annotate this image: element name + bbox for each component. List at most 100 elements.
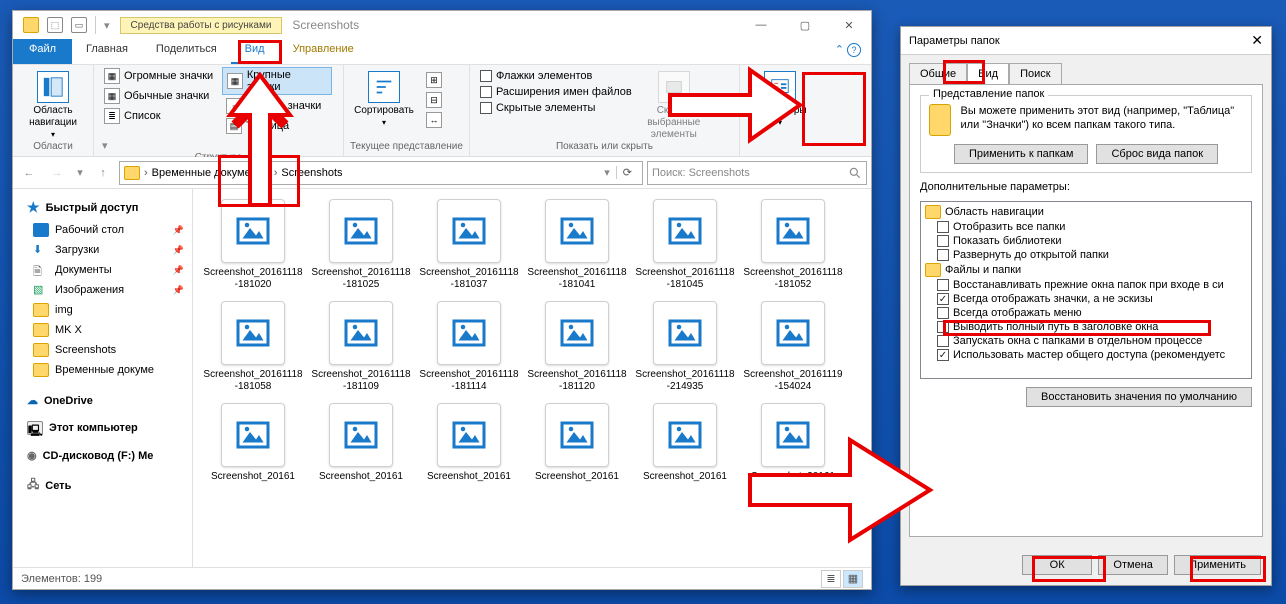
sidebar-item-img[interactable]: img [13,300,192,320]
tab-share[interactable]: Поделиться [142,39,231,64]
forward-button[interactable]: → [45,161,69,185]
file-tab[interactable]: Файл [13,39,72,64]
ribbon-group-layout: ▦Огромные значки ▦Обычные значки ≣Список… [94,65,344,156]
add-columns-button[interactable]: ⊟ [422,91,446,109]
refresh-button[interactable]: ⟳ [616,166,638,179]
file-name: Screenshot_20161118-181020 [203,267,303,291]
file-item[interactable]: Screenshot_20161118-181052 [743,199,843,291]
history-combo[interactable]: ▾ [604,166,610,179]
layout-medium[interactable]: ▦Обычные значки [100,87,218,105]
file-item[interactable]: Screenshot_20161119-154024 [743,301,843,393]
window-title: Screenshots [292,18,359,32]
history-dropdown[interactable]: ▾ [73,161,87,185]
tab-home[interactable]: Главная [72,39,142,64]
tree-always-menus[interactable]: Всегда отображать меню [923,306,1249,320]
sidebar-item-pictures[interactable]: ▧Изображения [13,280,192,300]
advanced-settings-tree[interactable]: Область навигации Отобразить все папки П… [920,201,1252,379]
file-item[interactable]: Screenshot_20161 [311,403,411,483]
status-bar: Элементов: 199 ≣ ▦ [13,567,871,589]
quick-access-header[interactable]: ★Быстрый доступ [13,195,192,220]
tree-full-path[interactable]: Выводить полный путь в заголовке окна [923,320,1249,334]
file-item[interactable]: Screenshot_20161118-181037 [419,199,519,291]
item-checkboxes[interactable]: Флажки элементов [476,69,636,83]
tree-show-all-folders[interactable]: Отобразить все папки [923,220,1249,234]
file-item[interactable]: Screenshot_20161118-214935 [635,301,735,393]
file-item[interactable]: Screenshot_20161 [743,403,843,483]
sidebar-item-thispc[interactable]: 🖳Этот компьютер [13,417,192,439]
crumb-temp-docs[interactable]: Временные документы [152,167,270,179]
file-item[interactable]: Screenshot_20161118-181041 [527,199,627,291]
reset-folders-button[interactable]: Сброс вида папок [1096,144,1218,164]
size-columns-button[interactable]: ↔ [422,111,446,129]
file-list[interactable]: Screenshot_20161118-181020 Screenshot_201… [193,189,871,567]
properties-icon[interactable]: ⬚ [47,17,63,33]
search-box[interactable]: Поиск: Screenshots [647,161,867,185]
apply-button[interactable]: Применить [1174,555,1261,575]
apply-to-folders-button[interactable]: Применить к папкам [954,144,1089,164]
sidebar-item-network[interactable]: 🖧Сеть [13,472,192,499]
file-item[interactable]: Screenshot_20161118-181045 [635,199,735,291]
file-item[interactable]: Screenshot_20161 [527,403,627,483]
sidebar-item-downloads[interactable]: ⬇Загрузки [13,240,192,260]
back-button[interactable]: ← [17,161,41,185]
tab-view[interactable]: Вид [231,39,279,64]
file-item[interactable]: Screenshot_20161118-181109 [311,301,411,393]
ok-button[interactable]: ОК [1022,555,1092,575]
layout-details[interactable]: ▤Таблица [222,117,332,135]
qat-dropdown[interactable]: ▾ [104,19,110,32]
image-thumbnail-icon [437,403,501,467]
close-button[interactable]: ✕ [827,11,871,39]
minimize-button[interactable]: — [739,11,783,39]
file-item[interactable]: Screenshot_20161 [203,403,303,483]
image-thumbnail-icon [221,301,285,365]
file-item[interactable]: Screenshot_20161118-181114 [419,301,519,393]
tree-restore-windows[interactable]: Восстанавливать прежние окна папок при в… [923,278,1249,292]
sidebar-item-screenshots[interactable]: Screenshots [13,340,192,360]
maximize-button[interactable]: ▢ [783,11,827,39]
file-item[interactable]: Screenshot_20161 [635,403,735,483]
dlg-tab-search[interactable]: Поиск [1009,63,1061,85]
tree-show-libraries[interactable]: Показать библиотеки [923,234,1249,248]
tree-nav-pane[interactable]: Область навигации [923,204,1249,220]
hidden-items[interactable]: Скрытые элементы [476,101,636,115]
file-item[interactable]: Screenshot_20161118-181120 [527,301,627,393]
file-item[interactable]: Screenshot_20161118-181020 [203,199,303,291]
image-thumbnail-icon [437,301,501,365]
sidebar-item-desktop[interactable]: Рабочий стол [13,220,192,240]
tree-always-icons[interactable]: Всегда отображать значки, а не эскизы [923,292,1249,306]
up-button[interactable]: ↑ [91,161,115,185]
sort-button[interactable]: Сортировать▾ [350,67,418,129]
tree-files-folders[interactable]: Файлы и папки [923,262,1249,278]
tree-sharing-wizard[interactable]: Использовать мастер общего доступа (реко… [923,348,1249,362]
collapse-ribbon-icon[interactable]: ⌃ ? [825,39,871,64]
dlg-tab-general[interactable]: Общие [909,63,967,85]
navigation-pane-button[interactable]: Область навигации▾ [19,67,87,141]
tree-expand-to-folder[interactable]: Развернуть до открытой папки [923,248,1249,262]
tab-manage[interactable]: Управление [279,39,368,64]
crumb-screenshots[interactable]: Screenshots [281,167,342,179]
new-folder-icon[interactable]: ▭ [71,17,87,33]
large-icons-view-icon[interactable]: ▦ [843,570,863,588]
layout-list[interactable]: ≣Список [100,107,218,125]
layout-large[interactable]: ▦Крупные значки [222,67,332,95]
sidebar-item-onedrive[interactable]: ☁OneDrive [13,390,192,411]
layout-extra-large[interactable]: ▦Огромные значки [100,67,218,85]
options-button[interactable]: Параметры▾ [746,67,814,129]
cancel-button[interactable]: Отмена [1098,555,1168,575]
tree-separate-process[interactable]: Запускать окна с папками в отдельном про… [923,334,1249,348]
group-by-button[interactable]: ⊞ [422,71,446,89]
breadcrumb[interactable]: › Временные документы › Screenshots ▾ ⟳ [119,161,643,185]
file-extensions[interactable]: Расширения имен файлов [476,85,636,99]
dlg-tab-view[interactable]: Вид [967,63,1009,85]
sidebar-item-documents[interactable]: 🗎Документы [13,260,192,280]
sidebar-item-temp[interactable]: Временные докуме [13,360,192,380]
restore-defaults-button[interactable]: Восстановить значения по умолчанию [1026,387,1252,407]
sidebar-item-mkx[interactable]: MK X [13,320,192,340]
details-view-icon[interactable]: ≣ [821,570,841,588]
layout-small[interactable]: ▫Мелкие значки [222,97,332,115]
file-item[interactable]: Screenshot_20161118-181058 [203,301,303,393]
sidebar-item-cddrive[interactable]: ◉CD-дисковод (F:) Me [13,445,192,466]
file-item[interactable]: Screenshot_20161118-181025 [311,199,411,291]
file-item[interactable]: Screenshot_20161 [419,403,519,483]
dialog-close-button[interactable]: ✕ [1251,32,1263,49]
